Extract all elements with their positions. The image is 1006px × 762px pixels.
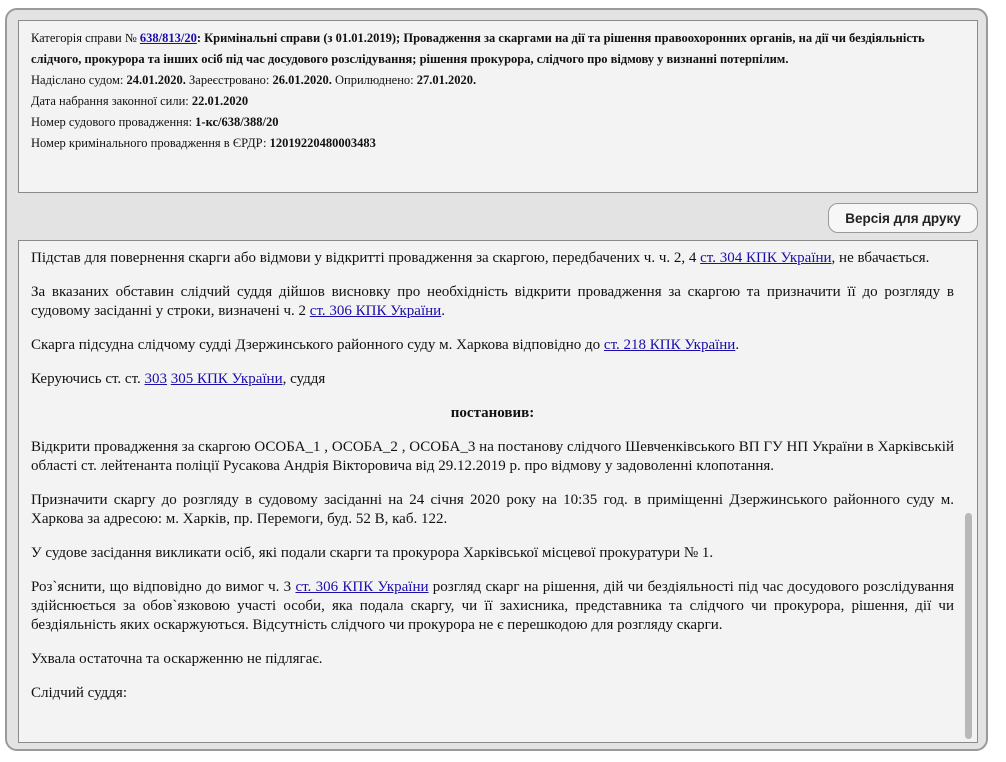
case-category: Категорія справи № 638/813/20: Криміналь… (31, 31, 925, 66)
law-link[interactable]: ст. 218 КПК України (604, 337, 735, 353)
paragraph: Роз`яснити, що відповідно до вимог ч. 3 … (31, 579, 954, 633)
paragraph: За вказаних обставин слідчий суддя дійшо… (31, 284, 954, 319)
scrollbar-thumb[interactable] (965, 513, 972, 739)
paragraph: У судове засідання викликати осіб, які п… (31, 545, 714, 561)
paragraph: Ухвала остаточна та оскарженню не підляг… (31, 651, 323, 667)
print-version-button[interactable]: Версія для друку (828, 203, 978, 233)
judge-signature: Слідчий суддя: (31, 685, 127, 701)
case-info-header: Категорія справи № 638/813/20: Криміналь… (18, 20, 978, 193)
case-number-link[interactable]: 638/813/20 (140, 31, 197, 45)
scrollbar[interactable] (963, 241, 975, 742)
erdr-number: Номер кримінального провадження в ЄРДР: … (31, 136, 376, 150)
resolution-heading: постановив: (450, 405, 535, 421)
law-link[interactable]: ст. 306 КПК України (295, 579, 428, 595)
case-dates: Надіслано судом: 24.01.2020. Зареєстрова… (31, 73, 477, 87)
law-link[interactable]: ст. 306 КПК України (310, 303, 441, 319)
proceeding-number: Номер судового провадження: 1-кс/638/388… (31, 115, 279, 129)
effective-date: Дата набрання законної сили: 22.01.2020 (31, 94, 249, 108)
paragraph: Підстав для повернення скарги або відмов… (31, 250, 930, 266)
paragraph: Призначити скаргу до розгляду в судовому… (31, 492, 954, 527)
paragraph: Керуючись ст. ст. 303 305 КПК України, с… (31, 371, 326, 387)
paragraph: Відкрити провадження за скаргою ОСОБА_1 … (31, 439, 954, 474)
paragraph: Скарга підсудна слідчому судді Дзержинсь… (31, 337, 740, 353)
law-link[interactable]: 303 (145, 371, 168, 387)
law-link[interactable]: 305 КПК України (171, 371, 283, 387)
law-link[interactable]: ст. 304 КПК України (700, 250, 831, 266)
document-content[interactable]: Підстав для повернення скарги або відмов… (18, 240, 978, 743)
